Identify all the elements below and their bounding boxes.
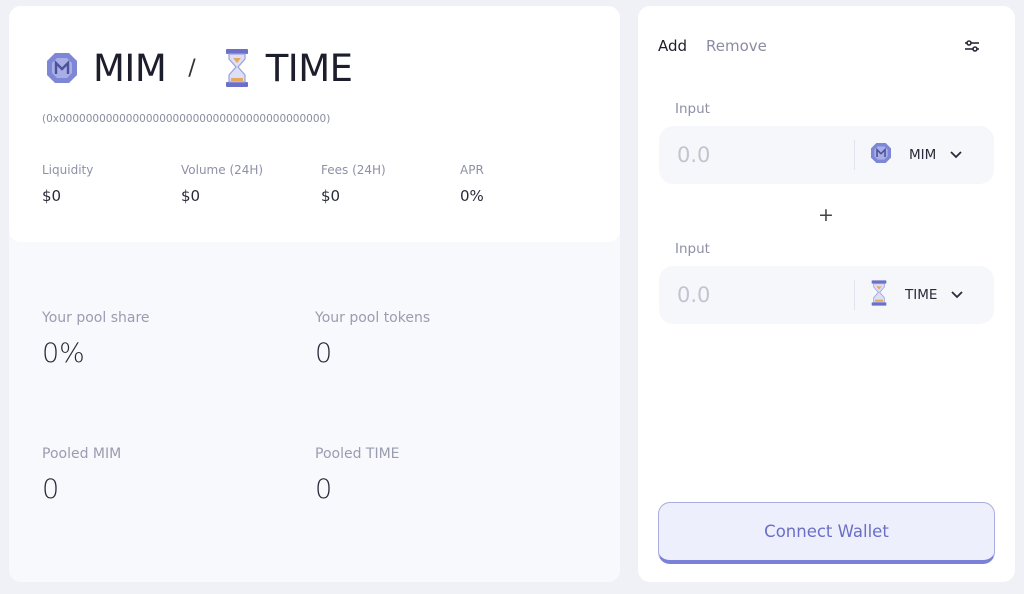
chevron-down-icon (951, 291, 964, 299)
input-divider (854, 140, 855, 170)
stat-liquidity: Liquidity $0 (42, 163, 93, 205)
liquidity-form-panel: Add Remove Input MIM + In (638, 6, 1015, 582)
token-select-mim[interactable]: MIM (869, 136, 984, 174)
connect-wallet-button[interactable]: Connect Wallet (658, 502, 995, 564)
pair-address: (0x0000000000000000000000000000000000000… (42, 113, 331, 125)
pair-token-a: MIM (93, 46, 167, 90)
pair-card: MIM / TIME (0x00000000000000000000000000… (9, 6, 620, 242)
pool-share-label: Your pool share (42, 310, 150, 326)
stat-volume: Volume (24H) $0 (181, 163, 263, 205)
token-symbol: TIME (905, 287, 938, 303)
stat-fees: Fees (24H) $0 (321, 163, 386, 205)
amount-input-mim[interactable] (677, 140, 847, 170)
stat-label: Volume (24H) (181, 163, 264, 177)
stat-value: 0% (460, 187, 484, 205)
pair-title: MIM / TIME (43, 44, 353, 92)
input-a-box: MIM (659, 126, 994, 184)
pooled-mim: Pooled MIM 0 (42, 446, 121, 505)
pooled-mim-value: 0 (42, 474, 60, 505)
time-token-icon (869, 279, 889, 311)
pooled-time-value: 0 (315, 474, 333, 505)
stat-value: $0 (181, 187, 201, 205)
pooled-time: Pooled TIME 0 (315, 446, 400, 505)
settings-sliders-icon[interactable] (963, 37, 981, 55)
tab-remove[interactable]: Remove (706, 37, 767, 55)
pool-share-value: 0% (42, 338, 85, 369)
pair-token-b: TIME (265, 46, 353, 90)
token-symbol: MIM (909, 147, 937, 163)
pool-tokens: Your pool tokens 0 (315, 310, 430, 369)
token-select-time[interactable]: TIME (869, 276, 984, 314)
stat-label: Liquidity (42, 163, 94, 177)
pool-share: Your pool share 0% (42, 310, 150, 369)
pooled-time-label: Pooled TIME (315, 446, 400, 462)
mim-token-icon (869, 141, 893, 169)
stat-apr: APR 0% (460, 163, 484, 205)
pool-info-panel: MIM / TIME (0x00000000000000000000000000… (9, 6, 620, 582)
pooled-mim-label: Pooled MIM (42, 446, 122, 462)
chevron-down-icon (950, 151, 962, 159)
input-a-label: Input (675, 101, 710, 117)
plus-icon: + (818, 204, 834, 226)
pool-tokens-label: Your pool tokens (315, 310, 431, 326)
stat-value: $0 (42, 187, 62, 205)
stat-label: APR (460, 163, 484, 177)
input-b-box: TIME (659, 266, 994, 324)
stat-label: Fees (24H) (321, 163, 386, 177)
input-b-label: Input (675, 241, 710, 257)
input-divider (854, 280, 855, 310)
tab-add[interactable]: Add (658, 37, 687, 55)
pair-separator: / (188, 55, 196, 81)
pool-tokens-value: 0 (315, 338, 333, 369)
time-token-icon (218, 49, 256, 87)
mim-token-icon (43, 49, 81, 87)
amount-input-time[interactable] (677, 280, 847, 310)
stat-value: $0 (321, 187, 341, 205)
